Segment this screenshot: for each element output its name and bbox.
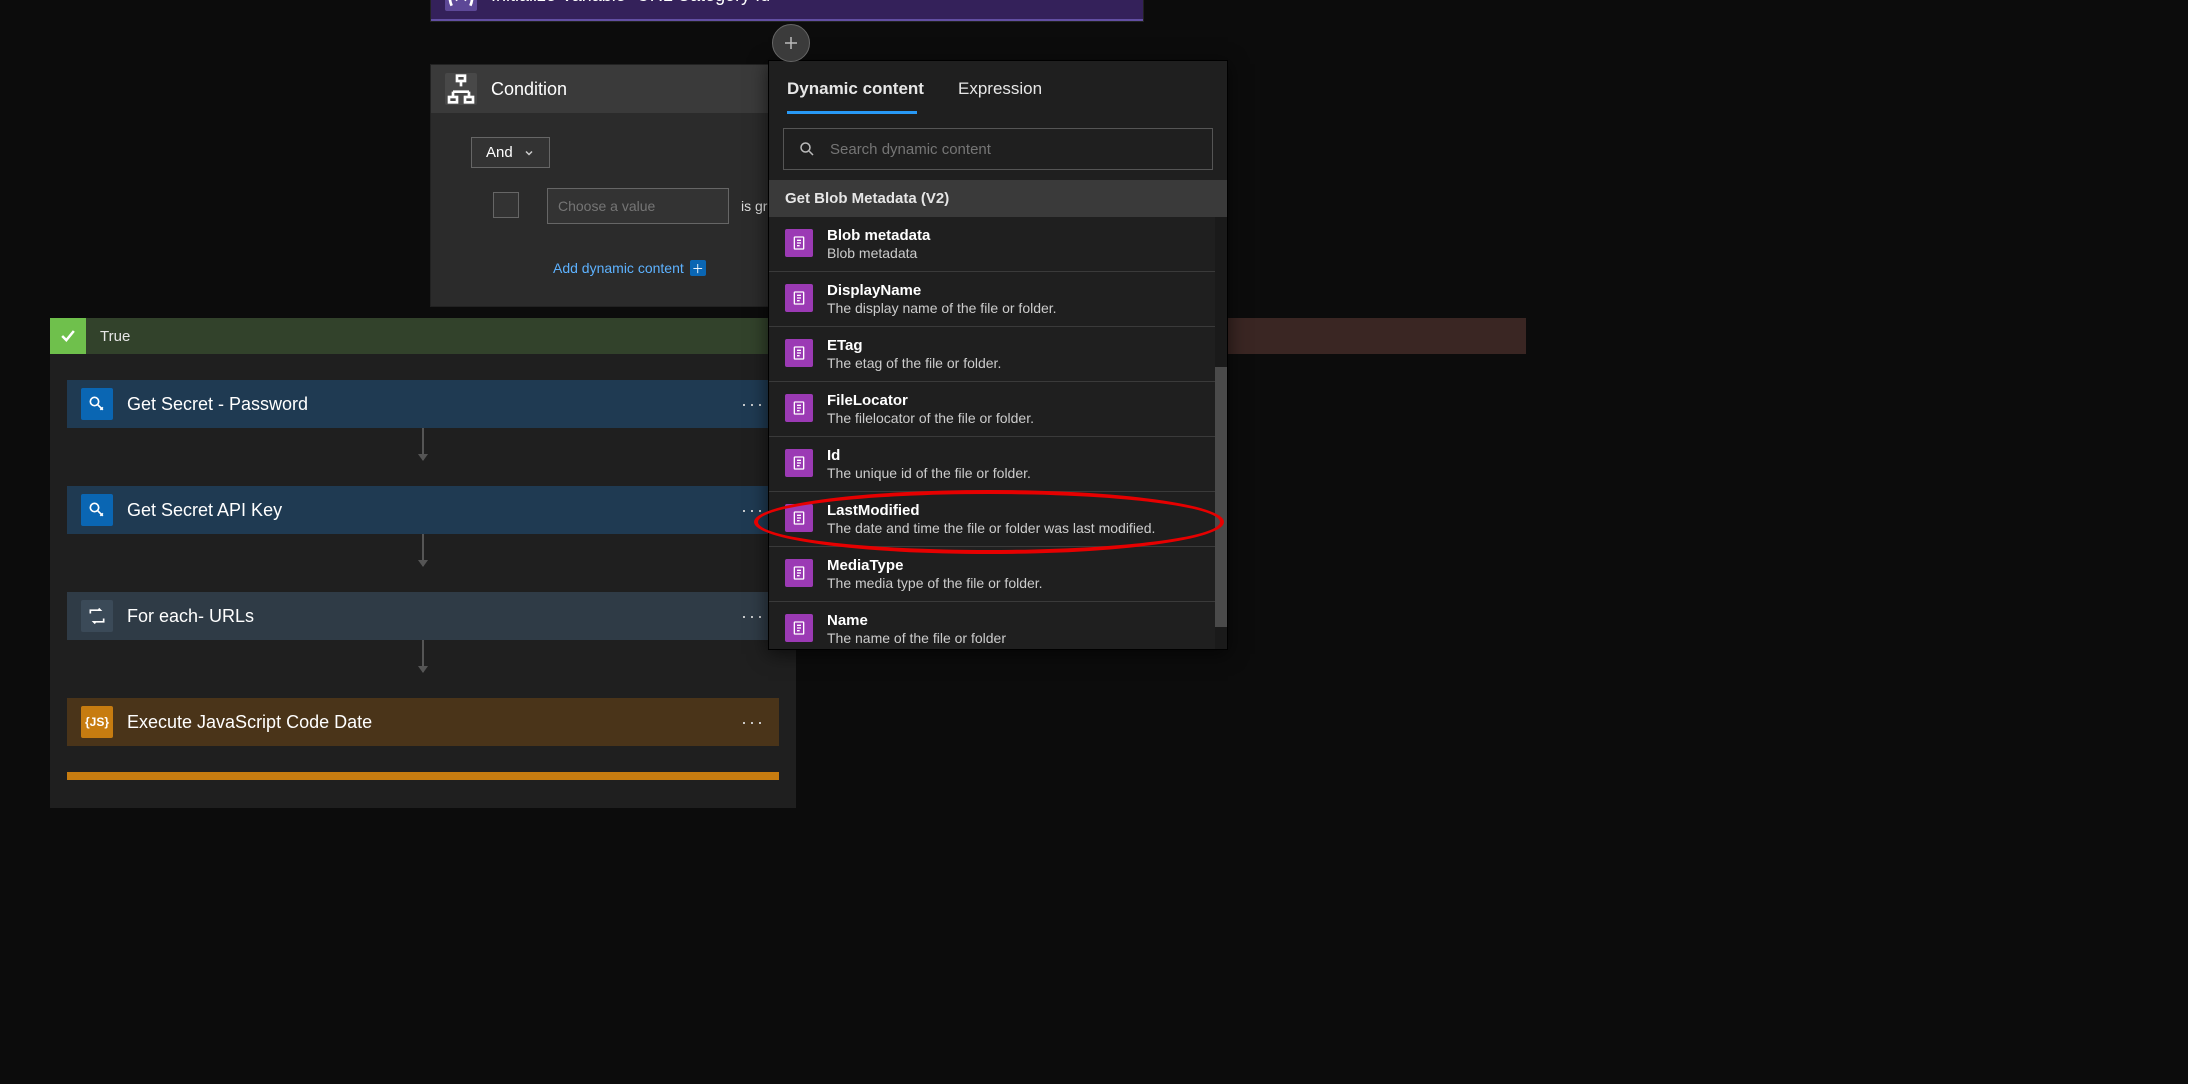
dynamic-content-item[interactable]: MediaTypeThe media type of the file or f… [769, 547, 1227, 602]
dynamic-content-item[interactable]: ETagThe etag of the file or folder. [769, 327, 1227, 382]
chevron-down-icon [523, 147, 535, 159]
blob-token-icon [785, 229, 813, 257]
item-description: The unique id of the file or folder. [827, 465, 1031, 481]
action-title: Execute JavaScript Code Date [127, 712, 727, 733]
action-step[interactable]: For each- URLs ··· [67, 592, 779, 640]
flow-arrow [422, 534, 424, 566]
item-title: DisplayName [827, 282, 1057, 299]
item-description: The filelocator of the file or folder. [827, 410, 1034, 426]
item-title: Blob metadata [827, 227, 930, 244]
dynamic-content-item[interactable]: LastModifiedThe date and time the file o… [769, 492, 1227, 547]
action-more-icon[interactable]: ··· [741, 394, 765, 415]
dynamic-content-item[interactable]: FileLocatorThe filelocator of the file o… [769, 382, 1227, 437]
row-select-checkbox[interactable] [493, 192, 519, 218]
item-description: Blob metadata [827, 245, 930, 261]
true-branch-header[interactable]: True [50, 318, 796, 354]
item-description: The date and time the file or folder was… [827, 520, 1155, 536]
dynamic-content-item[interactable]: IdThe unique id of the file or folder. [769, 437, 1227, 492]
jsx-icon: {JS} [81, 706, 113, 738]
action-more-icon[interactable]: ··· [741, 500, 765, 521]
flow-arrow [422, 640, 424, 672]
blob-token-icon [785, 559, 813, 587]
dynamic-content-item[interactable]: Blob metadataBlob metadata [769, 217, 1227, 272]
kv-icon [81, 388, 113, 420]
flow-arrow [422, 428, 424, 460]
action-more-icon[interactable]: ··· [741, 606, 765, 627]
variable-icon [445, 0, 477, 11]
scrollbar-thumb[interactable] [1215, 367, 1227, 627]
action-more-icon[interactable]: ··· [741, 712, 765, 733]
kv-icon [81, 494, 113, 526]
choose-value-input[interactable] [547, 188, 729, 224]
item-description: The media type of the file or folder. [827, 575, 1043, 591]
true-branch: True Get Secret - Password···Get Secret … [50, 318, 796, 808]
condition-group-operator[interactable]: And [471, 137, 550, 168]
dynamic-content-popup: Dynamic content Expression Get Blob Meta… [768, 60, 1228, 650]
dynamic-content-badge-icon: ＋ [690, 260, 706, 276]
check-icon [50, 318, 86, 354]
item-description: The name of the file or folder [827, 630, 1006, 646]
condition-icon [445, 73, 477, 105]
false-branch-header[interactable] [1226, 318, 1526, 354]
item-title: Id [827, 447, 1031, 464]
scrollbar-track[interactable] [1215, 217, 1227, 649]
action-title: Get Secret API Key [127, 500, 727, 521]
item-title: Name [827, 612, 1006, 629]
add-dynamic-content-link[interactable]: Add dynamic content ＋ [553, 260, 706, 276]
item-title: MediaType [827, 557, 1043, 574]
blob-token-icon [785, 284, 813, 312]
item-title: ETag [827, 337, 1001, 354]
dynamic-content-item[interactable]: DisplayNameThe display name of the file … [769, 272, 1227, 327]
action-initialize-variable[interactable]: Initialize Variable- URL Category Id ··· [430, 0, 1144, 22]
blob-token-icon [785, 614, 813, 642]
blob-token-icon [785, 504, 813, 532]
item-description: The display name of the file or folder. [827, 300, 1057, 316]
blob-token-icon [785, 339, 813, 367]
search-input[interactable] [828, 140, 1198, 159]
dynamic-content-item[interactable]: NameThe name of the file or folder [769, 602, 1227, 649]
item-description: The etag of the file or folder. [827, 355, 1001, 371]
dynamic-content-list: Blob metadataBlob metadataDisplayNameThe… [769, 217, 1227, 649]
blob-token-icon [785, 394, 813, 422]
search-icon [798, 140, 816, 158]
insert-step-button[interactable] [772, 24, 810, 62]
dynamic-content-section-header[interactable]: Get Blob Metadata (V2) [769, 180, 1227, 217]
and-label: And [486, 144, 513, 161]
action-step[interactable]: Get Secret API Key ··· [67, 486, 779, 534]
item-title: LastModified [827, 502, 1155, 519]
action-more-icon[interactable]: ··· [1105, 0, 1129, 6]
item-title: FileLocator [827, 392, 1034, 409]
action-collapsed-strip[interactable] [67, 772, 779, 780]
tab-dynamic-content[interactable]: Dynamic content [787, 79, 924, 111]
action-title: Initialize Variable- URL Category Id [491, 0, 1091, 6]
tab-indicator [787, 111, 917, 114]
tab-expression[interactable]: Expression [958, 79, 1042, 111]
action-step[interactable]: Get Secret - Password ··· [67, 380, 779, 428]
true-label: True [100, 328, 130, 345]
action-step[interactable]: {JS} Execute JavaScript Code Date ··· [67, 698, 779, 746]
search-dynamic-content[interactable] [783, 128, 1213, 170]
foreach-icon [81, 600, 113, 632]
action-title: For each- URLs [127, 606, 727, 627]
action-title: Get Secret - Password [127, 394, 727, 415]
blob-token-icon [785, 449, 813, 477]
